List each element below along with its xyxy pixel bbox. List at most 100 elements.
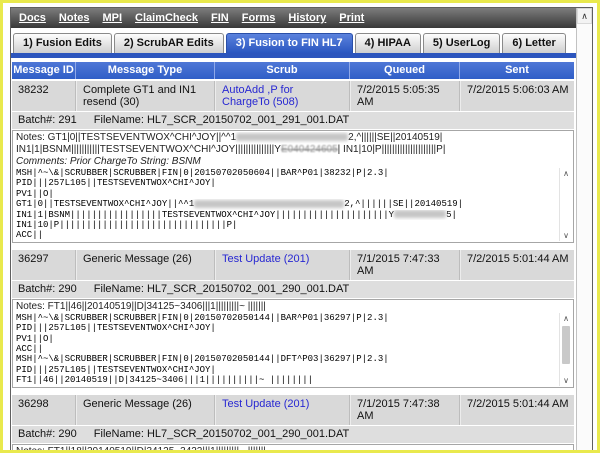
batch-label: Batch#: bbox=[18, 114, 55, 126]
hl7-text: 5| bbox=[446, 210, 457, 220]
menu-item-history[interactable]: History bbox=[288, 12, 326, 24]
message-type-cell: Generic Message (26) bbox=[76, 395, 215, 425]
hl7-scrollbar[interactable]: ∧ ∨ bbox=[559, 168, 572, 241]
hl7-line: IN1|10|P|||||||||||||||||||||||||||||||P… bbox=[16, 220, 557, 230]
table-row[interactable]: 36297 Generic Message (26) Test Update (… bbox=[12, 250, 574, 280]
notes-line: Notes: FT1||18||20140519||D|34125~3422||… bbox=[16, 446, 573, 450]
tab-content: Message ID Message Type Scrub Queued Sen… bbox=[11, 58, 576, 450]
redacted-text bbox=[236, 133, 348, 141]
notes-text: | IN1|10|P|||||||||||||||||||||P| bbox=[338, 144, 446, 155]
scrub-link[interactable]: Test Update (201) bbox=[215, 395, 350, 425]
hl7-line: PID|||257L105||TESTSEVENTWOX^CHI^JOY| bbox=[16, 178, 557, 188]
sent-cell: 7/2/2015 5:01:44 AM bbox=[460, 395, 574, 425]
queued-cell: 7/1/2015 7:47:33 AM bbox=[350, 250, 460, 280]
message-id-cell: 38232 bbox=[12, 81, 76, 111]
menu-item-mpi[interactable]: MPI bbox=[102, 12, 122, 24]
scroll-up-icon[interactable]: ∧ bbox=[560, 314, 572, 323]
hl7-scrollbar[interactable]: ∧ ∨ bbox=[559, 313, 572, 386]
table-row[interactable]: 38232 Complete GT1 and IN1 resend (30) A… bbox=[12, 81, 574, 111]
notes-text: 2,^||||||SE||20140519| bbox=[348, 132, 442, 143]
hl7-line: GT1|0||TESTSEVENTWOX^CHI^JOY||^^1 2,^||||… bbox=[16, 199, 557, 209]
column-header-message-type[interactable]: Message Type bbox=[76, 62, 215, 79]
hl7-text: 2,^||||||SE||20140519| bbox=[344, 199, 463, 209]
app-window: Docs Notes MPI ClaimCheck FIN Forms Hist… bbox=[10, 7, 593, 450]
hl7-line: MSH|^~\&|SCRUBBER|SCRUBBER|FIN|0|2015070… bbox=[16, 313, 557, 323]
filename-label: FileName: bbox=[94, 428, 144, 440]
filename-value: HL7_SCR_20150702_001_291_001.DAT bbox=[147, 114, 349, 126]
scroll-down-icon[interactable]: ∨ bbox=[560, 376, 572, 385]
scrub-link[interactable]: Test Update (201) bbox=[215, 250, 350, 280]
row-gap bbox=[12, 243, 574, 248]
hl7-line: PID|||257L105||TESTSEVENTWOX^CHI^JOY| bbox=[16, 323, 557, 333]
menu-item-fin[interactable]: FIN bbox=[211, 12, 229, 24]
notes-panel: Notes: FT1||46||20140519||D|34125~3406||… bbox=[12, 299, 574, 388]
filename-value: HL7_SCR_20150702_001_290_001.DAT bbox=[147, 428, 349, 440]
column-header-scrub[interactable]: Scrub bbox=[215, 62, 350, 79]
hl7-line: FT1||46||20140519||D|34125~3406|||1|||||… bbox=[16, 375, 557, 385]
menu-item-claimcheck[interactable]: ClaimCheck bbox=[135, 12, 198, 24]
message-type-cell: Complete GT1 and IN1 resend (30) bbox=[76, 81, 215, 111]
batch-label: Batch#: bbox=[18, 428, 55, 440]
tab-scrubar-edits[interactable]: 2) ScrubAR Edits bbox=[114, 33, 224, 53]
menu-item-print[interactable]: Print bbox=[339, 12, 364, 24]
tab-userlog[interactable]: 5) UserLog bbox=[423, 33, 500, 53]
batch-number: 290 bbox=[58, 283, 76, 295]
notes-line: IN1|1|BSNM|||||||||||TESTSEVENTWOX^CHI^J… bbox=[16, 144, 573, 156]
table-row[interactable]: 36298 Generic Message (26) Test Update (… bbox=[12, 395, 574, 425]
hl7-message-block: MSH|^~\&|SCRUBBER|SCRUBBER|FIN|0|2015070… bbox=[16, 313, 573, 386]
hl7-text: GT1|0||TESTSEVENTWOX^CHI^JOY||^^1 bbox=[16, 199, 194, 209]
tab-strip: 1) Fusion Edits 2) ScrubAR Edits 3) Fusi… bbox=[11, 28, 576, 53]
redacted-text: E040424605 bbox=[281, 144, 338, 155]
redacted-text bbox=[194, 200, 344, 208]
batch-number: 291 bbox=[58, 114, 76, 126]
tab-hipaa[interactable]: 4) HIPAA bbox=[355, 33, 421, 53]
hl7-line: MSH|^~\&|SCRUBBER|SCRUBBER|FIN|0|2015070… bbox=[16, 168, 557, 178]
hl7-line: ACC|| bbox=[16, 230, 557, 240]
batch-number: 290 bbox=[58, 428, 76, 440]
sent-cell: 7/2/2015 5:01:44 AM bbox=[460, 250, 574, 280]
column-header-message-id[interactable]: Message ID bbox=[12, 62, 76, 79]
batch-row: Batch#: 290 FileName: HL7_SCR_20150702_0… bbox=[12, 426, 574, 443]
window-scrollbar[interactable]: ∧ bbox=[576, 8, 592, 450]
hl7-line: IN1|1|BSNM|||||||||||||||||TESTSEVENTWOX… bbox=[16, 210, 557, 220]
menu-bar: Docs Notes MPI ClaimCheck FIN Forms Hist… bbox=[11, 8, 576, 28]
redacted-text bbox=[394, 210, 446, 218]
comments-line: Comments: Prior ChargeTo String: BSNM bbox=[16, 156, 573, 168]
menu-item-docs[interactable]: Docs bbox=[19, 12, 46, 24]
sent-cell: 7/2/2015 5:06:03 AM bbox=[460, 81, 574, 111]
tab-fusion-edits[interactable]: 1) Fusion Edits bbox=[13, 33, 112, 53]
row-gap bbox=[12, 388, 574, 393]
filename-label: FileName: bbox=[94, 283, 144, 295]
scrub-link[interactable]: AutoAdd ,P for ChargeTo (508) bbox=[215, 81, 350, 111]
hl7-line: PV1||O| bbox=[16, 334, 557, 344]
hl7-message-block: MSH|^~\&|SCRUBBER|SCRUBBER|FIN|0|2015070… bbox=[16, 168, 573, 241]
message-type-cell: Generic Message (26) bbox=[76, 250, 215, 280]
hl7-text: IN1|1|BSNM|||||||||||||||||TESTSEVENTWOX… bbox=[16, 210, 394, 220]
batch-label: Batch#: bbox=[18, 283, 55, 295]
hl7-line: ACC|| bbox=[16, 344, 557, 354]
notes-text: IN1|1|BSNM|||||||||||TESTSEVENTWOX^CHI^J… bbox=[16, 144, 281, 155]
notes-line: Notes: FT1||46||20140519||D|34125~3406||… bbox=[16, 301, 573, 313]
scroll-up-icon[interactable]: ∧ bbox=[577, 8, 592, 24]
scroll-up-icon[interactable]: ∧ bbox=[560, 169, 572, 178]
message-id-cell: 36297 bbox=[12, 250, 76, 280]
menu-item-notes[interactable]: Notes bbox=[59, 12, 90, 24]
menu-item-forms[interactable]: Forms bbox=[242, 12, 276, 24]
table-header-row: Message ID Message Type Scrub Queued Sen… bbox=[12, 62, 574, 79]
notes-panel: Notes: FT1||18||20140519||D|34125~3422||… bbox=[12, 444, 574, 450]
filename-value: HL7_SCR_20150702_001_290_001.DAT bbox=[147, 283, 349, 295]
batch-row: Batch#: 291 FileName: HL7_SCR_20150702_0… bbox=[12, 112, 574, 129]
column-header-queued[interactable]: Queued bbox=[350, 62, 460, 79]
notes-panel: Notes: GT1|0||TESTSEVENTWOX^CHI^JOY||^^1… bbox=[12, 130, 574, 243]
app-frame: Docs Notes MPI ClaimCheck FIN Forms Hist… bbox=[0, 0, 600, 453]
tab-fusion-to-fin-hl7[interactable]: 3) Fusion to FIN HL7 bbox=[226, 33, 353, 53]
batch-row: Batch#: 290 FileName: HL7_SCR_20150702_0… bbox=[12, 281, 574, 298]
scrollbar-thumb[interactable] bbox=[562, 326, 570, 364]
tab-letter[interactable]: 6) Letter bbox=[502, 33, 565, 53]
queued-cell: 7/2/2015 5:05:35 AM bbox=[350, 81, 460, 111]
queued-cell: 7/1/2015 7:47:38 AM bbox=[350, 395, 460, 425]
hl7-line: PID|||257L105||TESTSEVENTWOX^CHI^JOY| bbox=[16, 365, 557, 375]
filename-label: FileName: bbox=[94, 114, 144, 126]
scroll-down-icon[interactable]: ∨ bbox=[560, 231, 572, 240]
column-header-sent[interactable]: Sent bbox=[460, 62, 574, 79]
